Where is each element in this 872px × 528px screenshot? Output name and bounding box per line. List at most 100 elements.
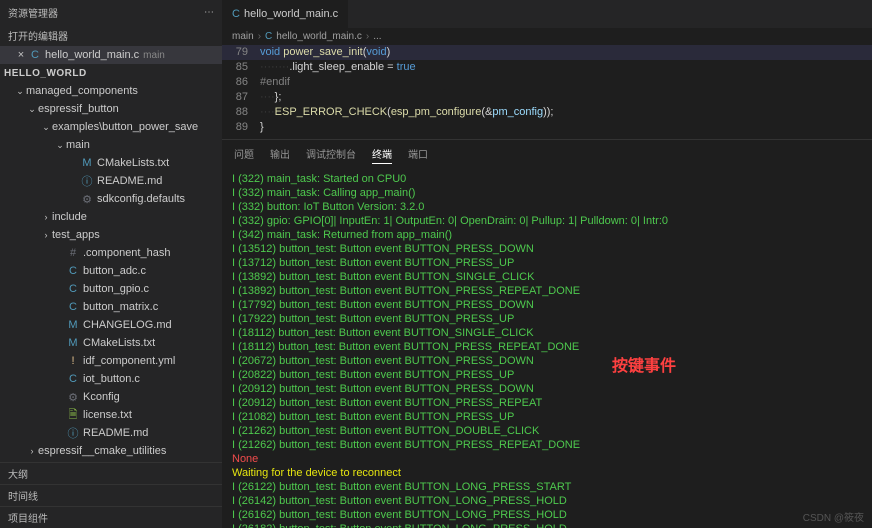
file-label: iot_button.c (83, 373, 140, 385)
file-item[interactable]: MCHANGELOG.md (0, 316, 222, 334)
file-icon: M (66, 337, 80, 349)
file-item[interactable]: !idf_component.yml (0, 352, 222, 370)
terminal-line: I (21262) button_test: Button event BUTT… (232, 424, 862, 438)
file-item[interactable]: #.component_hash (0, 244, 222, 262)
chevron-down-icon: ⌄ (26, 104, 38, 115)
file-item[interactable]: Ciot_button.c (0, 370, 222, 388)
panel-tabs: 问题输出调试控制台终端端口 (222, 139, 872, 168)
folder-label: main (66, 139, 90, 151)
breadcrumb-item[interactable]: hello_world_main.c (276, 31, 362, 42)
file-item[interactable]: ⓘREADME.md (0, 424, 222, 442)
chevron-down-icon: ⌄ (54, 140, 66, 151)
terminal-line: I (17922) button_test: Button event BUTT… (232, 312, 862, 326)
code-content: } (260, 120, 264, 135)
project-components-section[interactable]: 项目组件 (0, 506, 222, 528)
terminal-line: I (342) main_task: Returned from app_mai… (232, 228, 862, 242)
file-icon: M (80, 157, 94, 169)
folder-item[interactable]: ⌄espressif_button (0, 100, 222, 118)
editor-tab[interactable]: C hello_world_main.c (222, 0, 349, 28)
annotation-label: 按键事件 (612, 360, 676, 374)
terminal-line: I (17792) button_test: Button event BUTT… (232, 298, 862, 312)
code-line[interactable]: 85········.light_sleep_enable = true (222, 60, 872, 75)
file-item[interactable]: 🗎license.txt (0, 406, 222, 424)
folder-item[interactable]: ⌄examples\button_power_save (0, 118, 222, 136)
file-item[interactable]: ⚙sdkconfig.defaults (0, 190, 222, 208)
more-icon[interactable]: ⋯ (204, 7, 214, 18)
panel-tab[interactable]: 端口 (408, 144, 428, 164)
file-label: CMakeLists.txt (83, 337, 155, 349)
code-line[interactable]: 86#endif (222, 75, 872, 90)
terminal-line: I (18112) button_test: Button event BUTT… (232, 326, 862, 340)
folder-item[interactable]: ⌄managed_components (0, 82, 222, 100)
file-icon: 🗎 (66, 406, 80, 425)
file-item[interactable]: Cbutton_matrix.c (0, 298, 222, 316)
terminal-line: I (332) main_task: Calling app_main() (232, 186, 862, 200)
file-item[interactable]: Cbutton_gpio.c (0, 280, 222, 298)
file-item[interactable]: MCMakeLists.txt (0, 334, 222, 352)
folder-label: test_apps (52, 229, 100, 241)
panel-tab[interactable]: 问题 (234, 144, 254, 164)
explorer-title: 资源管理器 (8, 5, 58, 20)
terminal-line: I (20822) button_test: Button event BUTT… (232, 368, 862, 382)
folder-label: include (52, 211, 87, 223)
terminal-line: I (21262) button_test: Button event BUTT… (232, 438, 862, 452)
close-icon[interactable]: × (14, 49, 28, 61)
outline-section[interactable]: 大纲 (0, 462, 222, 484)
timeline-section[interactable]: 时间线 (0, 484, 222, 506)
terminal-line: I (21082) button_test: Button event BUTT… (232, 410, 862, 424)
chevron-right-icon: › (40, 230, 52, 240)
terminal-line: I (26122) button_test: Button event BUTT… (232, 480, 862, 494)
code-line[interactable]: 79void power_save_init(void) (222, 45, 872, 60)
breadcrumb-item[interactable]: main (232, 31, 254, 42)
folder-label: espressif_button (38, 103, 119, 115)
folder-item[interactable]: ⌄main (0, 136, 222, 154)
file-icon: C (66, 283, 80, 295)
c-file-icon: C (265, 31, 272, 42)
code-content: ····ESP_ERROR_CHECK(esp_pm_configure(&pm… (260, 105, 553, 120)
code-content: void power_save_init(void) (260, 45, 390, 60)
file-icon: ⓘ (66, 425, 80, 441)
chevron-down-icon: ⌄ (14, 86, 26, 97)
file-icon: # (66, 247, 80, 259)
code-editor[interactable]: 79void power_save_init(void)85········.l… (222, 45, 872, 139)
chevron-right-icon: › (26, 446, 38, 456)
code-content: #endif (260, 75, 290, 90)
file-item[interactable]: Cbutton_adc.c (0, 262, 222, 280)
panel-tab[interactable]: 调试控制台 (306, 144, 356, 164)
code-line[interactable]: 87····}; (222, 90, 872, 105)
file-icon: ⚙ (80, 193, 94, 206)
code-line[interactable]: 89} (222, 120, 872, 135)
sidebar-bottom-sections: 大纲 时间线 项目组件 (0, 462, 222, 528)
folder-item[interactable]: ›espressif__cmake_utilities (0, 442, 222, 460)
line-number: 89 (222, 120, 260, 135)
open-editors-section[interactable]: 打开的编辑器 (0, 25, 222, 46)
file-item[interactable]: ⚙Kconfig (0, 388, 222, 406)
file-item[interactable]: ⓘREADME.md (0, 172, 222, 190)
folder-item[interactable]: ›test_apps (0, 226, 222, 244)
breadcrumb-item[interactable]: ... (373, 31, 381, 42)
chevron-down-icon: ⌄ (40, 122, 52, 133)
panel-tab[interactable]: 终端 (372, 144, 392, 164)
file-label: button_adc.c (83, 265, 146, 277)
file-item[interactable]: MCMakeLists.txt (0, 154, 222, 172)
terminal-line: I (13512) button_test: Button event BUTT… (232, 242, 862, 256)
file-label: idf_component.yml (83, 355, 175, 367)
line-number: 85 (222, 60, 260, 75)
open-editor-folder: main (143, 50, 165, 61)
breadcrumb[interactable]: main › C hello_world_main.c › ... (222, 28, 872, 45)
folder-label: espressif__cmake_utilities (38, 445, 166, 457)
terminal-line: I (18112) button_test: Button event BUTT… (232, 340, 862, 354)
line-number: 79 (222, 45, 260, 60)
root-folder[interactable]: HELLO_WORLD (0, 64, 222, 82)
file-label: CMakeLists.txt (97, 157, 169, 169)
terminal-line: I (332) button: IoT Button Version: 3.2.… (232, 200, 862, 214)
terminal-line: Waiting for the device to reconnect (232, 466, 862, 480)
terminal-panel[interactable]: I (322) main_task: Started on CPU0I (332… (222, 168, 872, 528)
chevron-right-icon: › (366, 31, 369, 42)
folder-item[interactable]: ›include (0, 208, 222, 226)
open-editor-item[interactable]: × C hello_world_main.c main (0, 46, 222, 64)
terminal-line: I (20912) button_test: Button event BUTT… (232, 396, 862, 410)
panel-tab[interactable]: 输出 (270, 144, 290, 164)
code-line[interactable]: 88····ESP_ERROR_CHECK(esp_pm_configure(&… (222, 105, 872, 120)
open-editor-filename: hello_world_main.c (45, 49, 139, 61)
